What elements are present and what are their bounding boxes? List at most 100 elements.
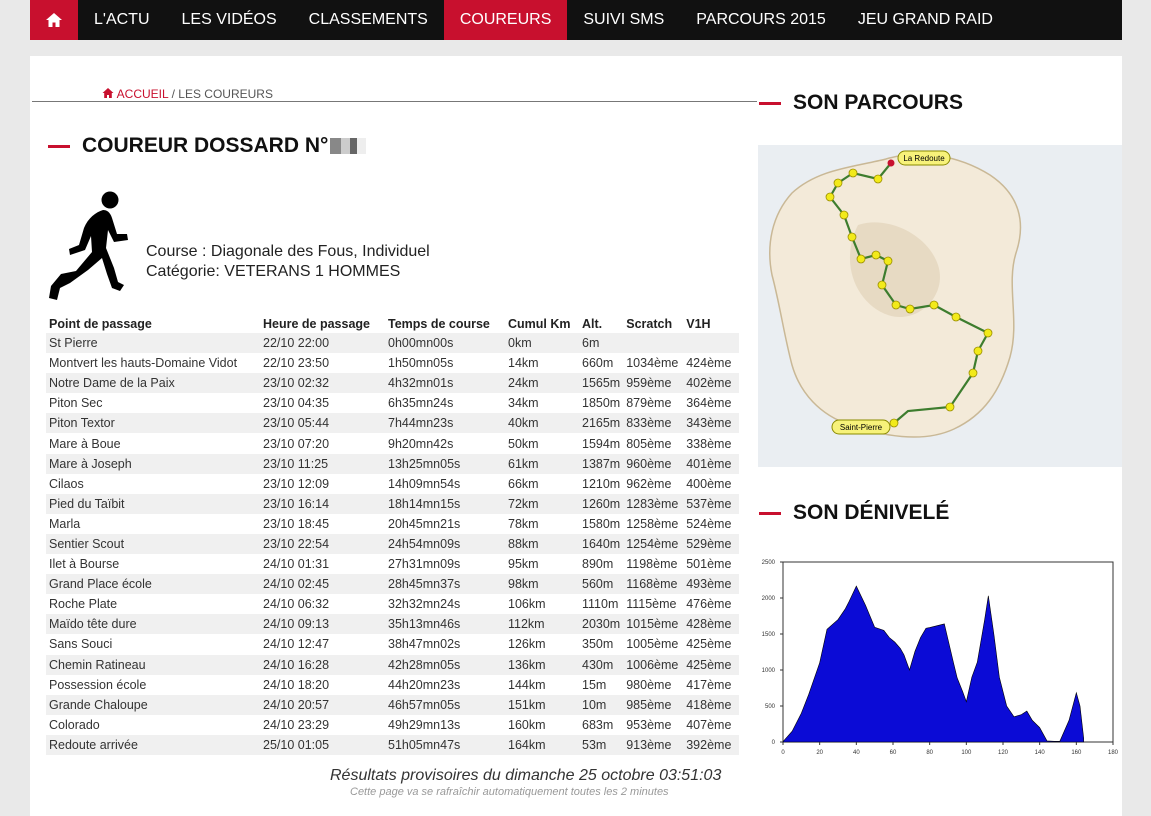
table-cell: 53m <box>579 734 624 755</box>
table-cell: Chemin Ratineau <box>46 654 260 675</box>
table-row: Ilet à Bourse 24/10 01:31 27h31mn09s 95km 89… <box>46 554 739 574</box>
table-row: Maïdo tête dure 24/10 09:13 35h13mn46s 112k… <box>46 614 740 635</box>
table-cell: 959ème <box>623 373 684 394</box>
table-cell: 1565m <box>579 373 624 394</box>
nav-item-classements[interactable]: CLASSEMENTS <box>293 0 444 40</box>
table-cell: Sans Souci <box>49 637 113 652</box>
table-cell: 1254ème <box>623 533 684 555</box>
table-cell: 61km <box>505 453 579 474</box>
elevation-chart-svg: 0 20 40 60 80 100 120 140 160 180 0 500 1000 1500 2000… <box>762 560 1119 756</box>
finish-marker <box>887 159 895 167</box>
table-cell: 78km <box>508 516 539 531</box>
x-tick-label: 140 <box>1035 750 1046 756</box>
nav-item-actu[interactable]: L'ACTU <box>78 0 166 40</box>
table-cell: 425ème <box>686 637 732 652</box>
table-cell: 1580m <box>582 516 621 531</box>
table-cell: Cilaos <box>49 476 84 491</box>
y-tick-label: 1500 <box>762 632 776 638</box>
table-cell: 0km <box>505 333 579 354</box>
nav-item-videos[interactable]: LES VIDÉOS <box>166 0 293 40</box>
table-row: Mare à Joseph 23/10 11:25 13h25mn05s 61km 13… <box>46 453 740 474</box>
table-cell: 98km <box>505 574 579 595</box>
table-cell: 42h28mn05s <box>385 654 505 675</box>
table-cell: 660m <box>582 356 614 371</box>
table-cell: 46h57mn05s <box>385 694 505 715</box>
breadcrumb-home-link[interactable]: ACCUEIL <box>117 87 169 101</box>
elevation-chart: 0 20 40 60 80 100 120 140 160 180 0 500 1000 1500 2000… <box>755 548 1125 768</box>
table-cell: 960ème <box>623 453 684 474</box>
col-header-point: Point de passage <box>49 317 152 331</box>
home-button[interactable] <box>30 0 78 40</box>
table-cell: 1h50mn05s <box>388 356 454 371</box>
table-row: Piton Sec 23/10 04:35 6h35mn24s 34km 1850m 87… <box>46 393 739 413</box>
course-label: Course : Diagonale des Fous, Individuel <box>146 243 430 260</box>
table-cell: 88km <box>505 533 579 555</box>
table-row: Notre Dame de la Paix 23/10 02:32 4h32mn01… <box>46 373 740 394</box>
table-cell: Piton Sec <box>49 396 103 411</box>
nav-item-parcours-2015[interactable]: PARCOURS 2015 <box>680 0 842 40</box>
col-header-alt: Alt. <box>582 317 603 331</box>
runner-heading: COUREUR DOSSARD N° <box>48 134 367 158</box>
table-cell: Grande Chaloupe <box>46 694 260 715</box>
table-cell: 424ème <box>686 356 732 371</box>
heading-accent-bar <box>759 101 781 105</box>
table-cell: 24/10 06:32 <box>263 597 330 612</box>
breadcrumb-current: LES COUREURS <box>178 87 273 101</box>
table-cell: 24/10 16:28 <box>260 654 385 675</box>
table-cell: 112km <box>505 614 579 635</box>
col-header-heure: Heure de passage <box>263 317 370 331</box>
table-cell: 985ème <box>623 694 684 715</box>
table-cell: 430m <box>579 654 624 675</box>
table-cell: 1210m <box>582 476 621 491</box>
table-cell: 2030m <box>579 614 624 635</box>
table-cell: 14h09mn54s <box>388 476 461 491</box>
table-cell: 23/10 22:54 <box>260 533 385 555</box>
table-cell: 106km <box>508 597 546 612</box>
table-row: Montvert les hauts-Domaine Vidot 22/10 23… <box>46 353 739 373</box>
table-cell: 15m <box>582 677 607 692</box>
table-row: Cilaos 23/10 12:09 14h09mn54s 66km 1210m 962è… <box>46 474 739 494</box>
x-tick-label: 20 <box>816 750 823 756</box>
table-cell: 136km <box>505 654 579 675</box>
x-tick-label: 120 <box>998 750 1009 756</box>
table-cell: 23/10 16:14 <box>260 493 385 514</box>
table-cell: 338ème <box>686 436 732 451</box>
table-cell: 953ème <box>626 717 672 732</box>
nav-item-coureurs[interactable]: COUREURS <box>443 0 568 40</box>
table-cell: 24/10 20:57 <box>260 694 385 715</box>
denivele-heading: SON DÉNIVELÉ <box>759 501 949 525</box>
table-cell: 392ème <box>683 734 740 755</box>
refresh-notice: Cette page va se rafraîchir automatiquem… <box>350 786 669 798</box>
table-cell: 1168ème <box>623 574 684 595</box>
table-cell: 13h25mn05s <box>385 453 505 474</box>
y-tick-label: 1000 <box>762 668 776 674</box>
table-row: Pied du Taïbit 23/10 16:14 18h14mn15s 72km 1… <box>46 493 740 514</box>
breadcrumb: ACCUEIL / LES COUREURS <box>102 87 273 101</box>
nav-item-suivi-sms[interactable]: SUIVI SMS <box>567 0 680 40</box>
end-label: La Redoute <box>903 154 945 163</box>
col-header-temps: Temps de course <box>388 317 490 331</box>
table-cell: 1198ème <box>626 557 678 572</box>
table-cell: Grand Place école <box>46 574 260 595</box>
table-cell: 6h35mn24s <box>388 396 454 411</box>
route-map[interactable]: La Redoute Saint-Pierre <box>758 145 1122 467</box>
table-cell: 493ème <box>683 574 740 595</box>
table-cell: 126km <box>508 637 546 652</box>
table-cell: 9h20mn42s <box>388 436 454 451</box>
top-navigation: L'ACTU LES VIDÉOS CLASSEMENTS COUREURS S… <box>30 0 1122 40</box>
nav-item-jeu-grand-raid[interactable]: JEU GRAND RAID <box>842 0 1009 40</box>
table-cell: 23/10 18:45 <box>263 516 330 531</box>
table-cell: 1005ème <box>626 637 679 652</box>
parcours-heading: SON PARCOURS <box>759 91 963 115</box>
table-cell: 524ème <box>686 516 732 531</box>
table-cell: 7h44mn23s <box>385 413 505 434</box>
table-row: Roche Plate 24/10 06:32 32h32mn24s 106km 111… <box>46 594 739 614</box>
table-cell <box>683 333 740 354</box>
table-cell: 24/10 23:29 <box>263 717 330 732</box>
table-cell: 980ème <box>626 677 672 692</box>
table-cell: Piton Textor <box>46 413 260 434</box>
table-cell: 24/10 02:45 <box>260 574 385 595</box>
table-cell: 418ème <box>683 694 740 715</box>
table-cell: 22/10 23:50 <box>263 356 330 371</box>
table-cell: St Pierre <box>46 333 260 354</box>
